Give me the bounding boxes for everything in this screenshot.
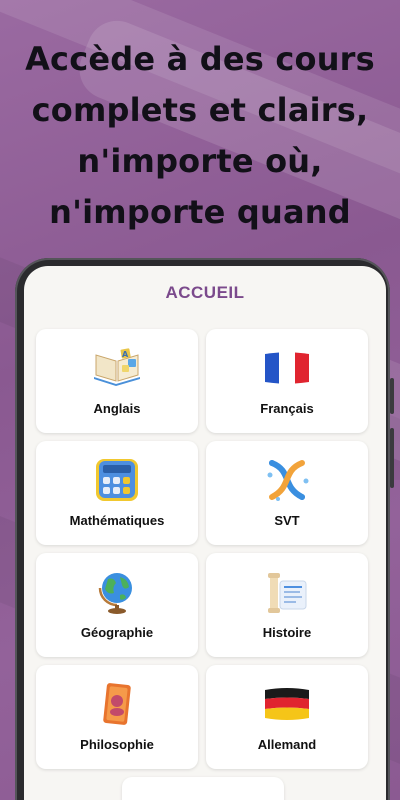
subject-label: Anglais — [93, 401, 141, 416]
subject-label: SVT — [274, 513, 300, 528]
subject-card-geographie[interactable]: Géographie — [36, 553, 198, 657]
globe-icon — [92, 569, 142, 615]
subject-label: Mathématiques — [69, 513, 165, 528]
subject-card-more[interactable] — [122, 777, 284, 800]
app-screen: ACCUEIL A Anglais Français Mathématiques… — [24, 266, 386, 800]
headline-line-2: complets et clairs, — [31, 91, 369, 129]
subject-card-philosophie[interactable]: Philosophie — [36, 665, 198, 769]
subject-label: Allemand — [257, 737, 317, 752]
scroll-column-icon — [262, 569, 312, 615]
book-icon: A — [92, 345, 142, 391]
headline-line-3: n'importe où, — [77, 142, 323, 180]
subject-label: Philosophie — [80, 737, 154, 752]
dna-icon — [262, 457, 312, 503]
german-flag-icon — [262, 681, 312, 727]
philosophy-book-icon — [92, 681, 142, 727]
page-title: ACCUEIL — [165, 283, 245, 302]
subject-label: Géographie — [80, 625, 154, 640]
french-flag-icon — [262, 345, 312, 391]
subject-card-histoire[interactable]: Histoire — [206, 553, 368, 657]
subject-label: Français — [260, 401, 314, 416]
subject-card-svt[interactable]: SVT — [206, 441, 368, 545]
subject-card-anglais[interactable]: A Anglais — [36, 329, 198, 433]
subject-card-allemand[interactable]: Allemand — [206, 665, 368, 769]
subject-card-francais[interactable]: Français — [206, 329, 368, 433]
svg-text:A: A — [122, 350, 129, 359]
subject-label: Histoire — [262, 625, 312, 640]
headline-line-4: n'importe quand — [49, 193, 351, 231]
subject-card-mathematiques[interactable]: Mathématiques — [36, 441, 198, 545]
promo-headline: Accède à des cours complets et clairs, n… — [0, 34, 400, 238]
headline-line-1: Accède à des cours — [25, 40, 375, 78]
subject-grid: A Anglais Français Mathématiques SVT Géo… — [36, 329, 368, 769]
calculator-icon — [92, 457, 142, 503]
